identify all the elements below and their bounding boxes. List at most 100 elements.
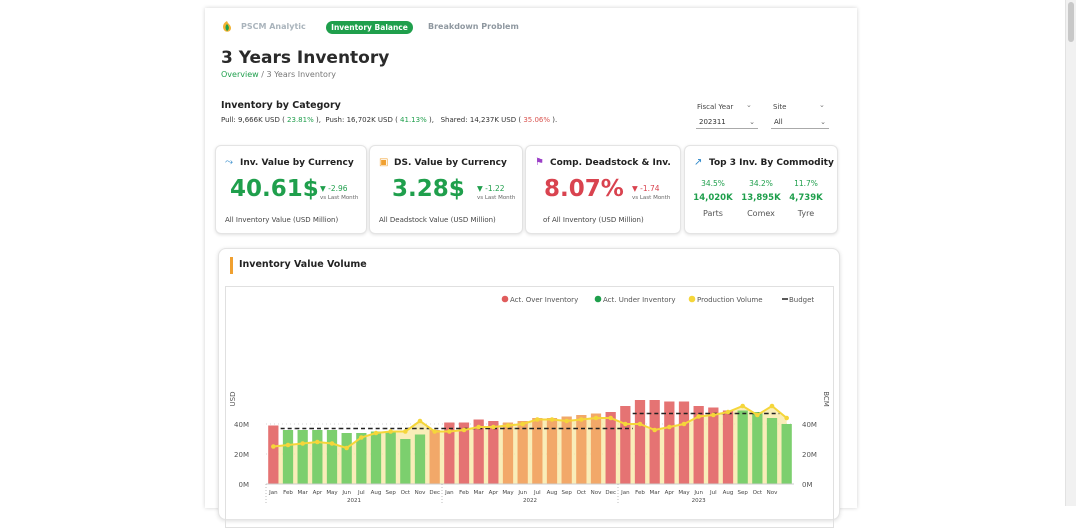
x-tick-label: Feb [635,490,645,496]
kpi-title: Inv. Value by Currency [240,158,354,168]
production-volume-point [271,444,276,449]
x-tick-label: Jun [693,490,703,496]
x-tick-label: Sep [737,490,748,496]
kpi-delta: ▼ -1.74 [632,184,660,193]
x-tick-label: May [502,490,514,496]
production-volume-point [711,412,716,418]
production-volume-point [564,418,569,424]
site-dropdown[interactable]: All ⌄ [771,116,829,129]
kpi-footer: All Inventory Value (USD Million) [225,216,339,224]
inventory-bar [385,431,396,484]
inventory-bar [282,430,294,484]
chart-title: Inventory Value Volume [239,259,367,270]
tab-inventory-balance[interactable]: Inventory Balance [326,21,413,34]
inventory-bar [297,430,308,484]
category-summary: Pull: 9,666K USD ( 23.81% ), Push: 16,70… [221,116,558,124]
kpi-title: Comp. Deadstock & Inv. [550,158,671,168]
site-chevron-icon[interactable]: ⌄ [819,101,825,109]
production-volume-point [300,441,305,446]
production-volume-point [476,424,481,430]
production-volume-point [725,409,731,415]
kpi-footer: All Deadstock Value (USD Million) [379,216,496,224]
inventory-bar [488,421,499,484]
x-tick-label: Dec [605,490,616,496]
production-volume-point [535,417,540,422]
box-icon: ▣ [379,157,389,168]
fiscal-year-dropdown[interactable]: 202311 ⌄ [696,116,758,129]
production-volume-point [447,429,452,434]
y-tick-label: 20M [234,451,249,459]
page-scrollbar[interactable] [1065,0,1076,506]
commodity-percent: 34.2% [749,179,773,188]
y-axis-label: USD [229,392,237,407]
shared-label: Shared: [440,116,468,124]
commodity-name: Parts [703,209,723,218]
production-volume-point [461,427,467,433]
inventory-bar [341,433,352,484]
x-tick-label: Jul [533,490,541,496]
kpi-card-top3-commodity[interactable]: ↗ Top 3 Inv. By Commodity 34.5% 14,020K … [684,145,838,234]
fiscal-year-chevron-icon[interactable]: ⌄ [746,101,752,109]
production-volume-point [359,435,364,440]
legend-label: Production Volume [697,296,763,304]
x-tick-label: Feb [283,490,293,496]
x-tick-label: Jul [709,490,717,496]
trend-line-icon: ⤳ [225,157,233,168]
x-tick-label: Nov [591,490,602,496]
inventory-bar [605,412,616,484]
legend-marker [501,295,509,303]
scrollbar-thumb[interactable] [1068,2,1074,42]
breadcrumb-overview-link[interactable]: Overview [221,70,259,79]
inventory-bar [737,410,748,484]
report-canvas: PSCM Analytic Inventory Balance Breakdow… [205,8,857,528]
y-tick-label: 40M [234,421,249,429]
x-tick-label: Jan [620,490,630,496]
year-label: 2021 [347,498,361,504]
production-volume-point [549,417,555,422]
kpi-delta-value: -1.74 [640,184,660,193]
push-value: 16,702K USD [346,116,393,124]
kpi-card-inv-value[interactable]: ⤳ Inv. Value by Currency 40.61$ ▼ -2.96 … [215,145,367,234]
inventory-bar [722,410,734,484]
production-volume-point [388,429,393,434]
inventory-chart[interactable]: 0M 0M20M 20M40M 40MUSD BCMJan Feb Mar Apr May Jun… [226,287,833,527]
x-tick-label: Nov [415,490,426,496]
inventory-bar [268,425,279,484]
x-tick-label: Jun [517,490,527,496]
production-volume-point [769,403,775,409]
breadcrumb-separator: / [261,70,264,79]
production-volume-point [667,424,672,430]
kpi-vs-label: vs Last Month [477,195,516,201]
inventory-bar [576,415,587,484]
push-percent: 41.13% [400,116,427,124]
kpi-value: 3.28$ [392,176,465,202]
kpi-title: DS. Value by Currency [394,158,507,168]
flag-icon: ⚑ [535,157,544,168]
inventory-bar [590,413,602,484]
production-volume-point [329,441,335,446]
site-label: Site [773,103,787,111]
title-accent-bar [230,257,233,274]
x-tick-label: Aug [547,490,558,496]
x-tick-label: Feb [459,490,469,496]
x-tick-label: Jun [341,490,351,496]
kpi-card-ds-value[interactable]: ▣ DS. Value by Currency 3.28$ ▼ -1.22 vs… [369,145,523,234]
inventory-bar [752,412,763,484]
production-volume-point [740,403,745,409]
kpi-delta-value: -2.96 [328,184,348,193]
commodity-percent: 11.7% [794,179,818,188]
tab-breakdown-problem[interactable]: Breakdown Problem [428,22,519,31]
commodity-value: 13,895K [741,193,781,203]
legend-label: Act. Over Inventory [510,296,578,304]
x-tick-label: May [678,490,690,496]
kpi-card-deadstock[interactable]: ⚑ Comp. Deadstock & Inv. 8.07% ▼ -1.74 v… [525,145,681,234]
breadcrumb-current: 3 Years Inventory [266,70,336,79]
production-volume-point [315,439,320,445]
production-volume-point [285,442,291,448]
legend-marker [594,295,602,303]
x-tick-label: Apr [313,490,323,496]
kpi-value: 40.61$ [230,176,319,202]
page-title: 3 Years Inventory [221,48,390,68]
chevron-down-icon: ⌄ [749,118,755,126]
x-tick-label: Mar [473,490,484,496]
